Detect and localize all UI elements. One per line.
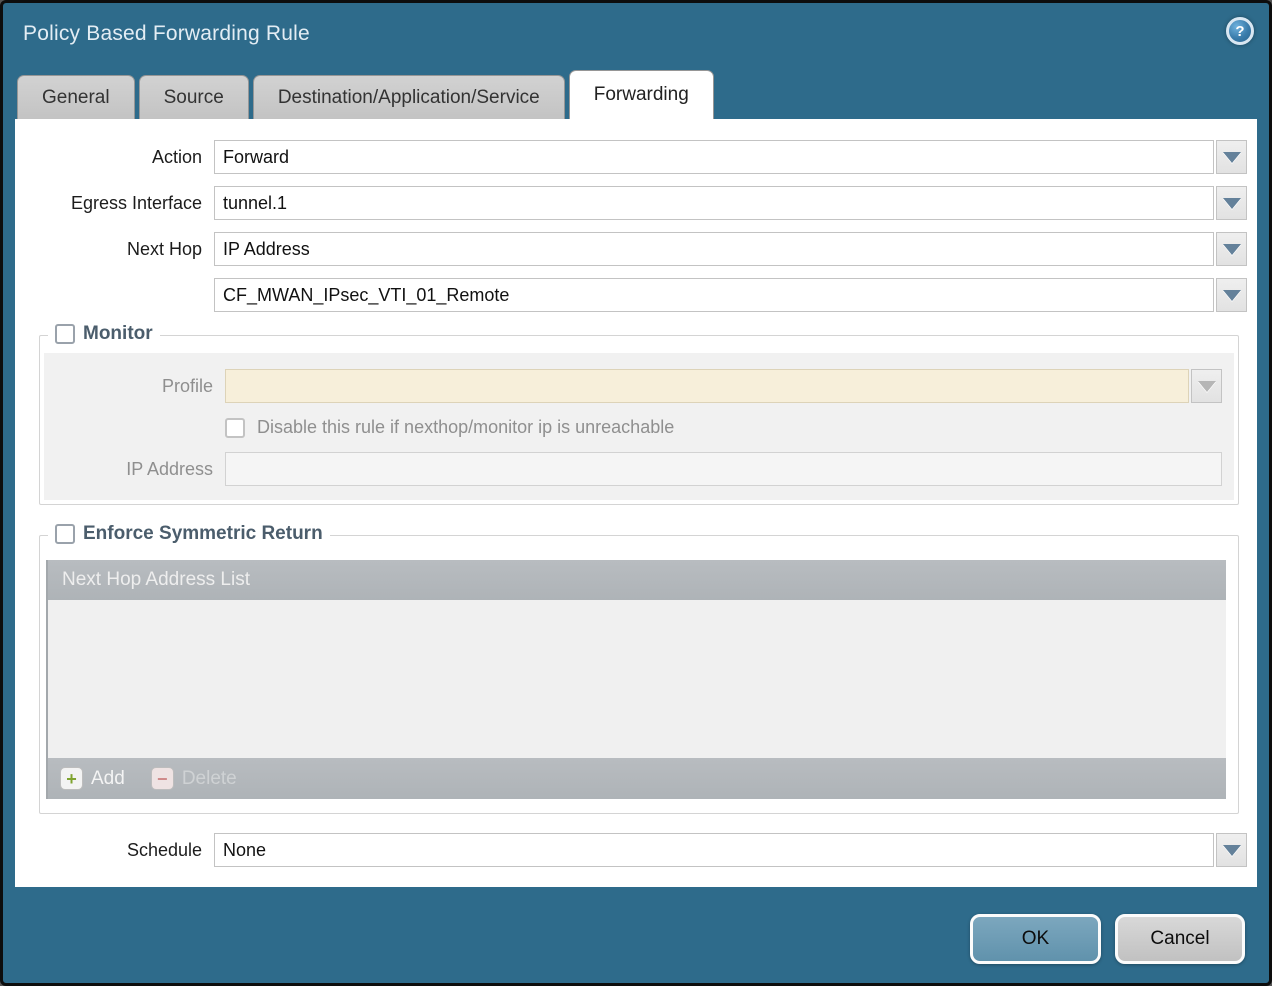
monitor-disabled-area: Profile Disable this rule if nexthop/mon… xyxy=(44,353,1234,500)
monitor-fieldset: Monitor Profile Disable xyxy=(39,335,1239,505)
cancel-button[interactable]: Cancel xyxy=(1115,914,1245,964)
disable-rule-label: Disable this rule if nexthop/monitor ip … xyxy=(257,417,674,438)
action-value: Forward xyxy=(223,147,289,168)
help-icon[interactable]: ? xyxy=(1226,17,1254,45)
chevron-down-icon xyxy=(1223,152,1241,163)
add-button[interactable]: + Add xyxy=(60,767,125,790)
dialog-title: Policy Based Forwarding Rule xyxy=(23,22,310,46)
next-hop-type-value: IP Address xyxy=(223,239,310,260)
cancel-button-label: Cancel xyxy=(1150,928,1209,950)
table-footer: + Add − Delete xyxy=(48,758,1226,799)
enforce-symmetric-return-fieldset: Enforce Symmetric Return Next Hop Addres… xyxy=(39,535,1239,814)
help-glyph: ? xyxy=(1235,23,1244,40)
disable-rule-row: Disable this rule if nexthop/monitor ip … xyxy=(225,417,1222,438)
schedule-dropdown-button[interactable] xyxy=(1216,833,1247,867)
profile-label: Profile xyxy=(44,376,225,397)
egress-interface-input[interactable]: tunnel.1 xyxy=(214,186,1214,220)
tab-strip: General Source Destination/Application/S… xyxy=(17,70,714,119)
monitor-ip-address-row: IP Address xyxy=(44,452,1222,486)
ok-button-label: OK xyxy=(1022,928,1049,950)
chevron-down-icon xyxy=(1223,198,1241,209)
schedule-value: None xyxy=(223,840,266,861)
next-hop-row: Next Hop IP Address xyxy=(15,232,1247,266)
egress-interface-label: Egress Interface xyxy=(15,193,214,214)
action-input[interactable]: Forward xyxy=(214,140,1214,174)
egress-interface-row: Egress Interface tunnel.1 xyxy=(15,186,1247,220)
next-hop-type-input[interactable]: IP Address xyxy=(214,232,1214,266)
profile-row: Profile xyxy=(44,369,1222,403)
action-label: Action xyxy=(15,147,214,168)
ok-button[interactable]: OK xyxy=(970,914,1101,964)
schedule-label: Schedule xyxy=(15,840,214,861)
enforce-symmetric-return-label: Enforce Symmetric Return xyxy=(83,523,323,545)
tab-forwarding[interactable]: Forwarding xyxy=(569,70,714,119)
egress-interface-value: tunnel.1 xyxy=(223,193,287,214)
tab-destination-application-service[interactable]: Destination/Application/Service xyxy=(253,75,565,119)
next-hop-address-input[interactable]: CF_MWAN_IPsec_VTI_01_Remote xyxy=(214,278,1214,312)
tab-source[interactable]: Source xyxy=(139,75,249,119)
enforce-symmetric-return-legend: Enforce Symmetric Return xyxy=(48,523,330,545)
schedule-row: Schedule None xyxy=(15,833,1247,867)
tab-general[interactable]: General xyxy=(17,75,135,119)
chevron-down-icon xyxy=(1223,845,1241,856)
next-hop-address-list-table: Next Hop Address List + Add − Delete xyxy=(46,560,1226,799)
monitor-checkbox[interactable] xyxy=(55,324,75,344)
add-button-label: Add xyxy=(91,768,125,790)
chevron-down-icon xyxy=(1223,290,1241,301)
next-hop-address-row: CF_MWAN_IPsec_VTI_01_Remote xyxy=(15,278,1247,312)
monitor-ip-address-input xyxy=(225,452,1222,486)
policy-based-forwarding-dialog: Policy Based Forwarding Rule ? General S… xyxy=(0,0,1272,986)
minus-icon: − xyxy=(151,767,174,790)
tab-label: Destination/Application/Service xyxy=(278,87,540,109)
tab-label: Source xyxy=(164,87,224,109)
next-hop-type-dropdown-button[interactable] xyxy=(1216,232,1247,266)
monitor-ip-address-label: IP Address xyxy=(44,459,225,480)
table-body-empty xyxy=(48,600,1226,758)
tab-label: Forwarding xyxy=(594,84,689,106)
table-header-label: Next Hop Address List xyxy=(62,569,250,591)
next-hop-address-dropdown-button[interactable] xyxy=(1216,278,1247,312)
action-dropdown-button[interactable] xyxy=(1216,140,1247,174)
schedule-input[interactable]: None xyxy=(214,833,1214,867)
table-header: Next Hop Address List xyxy=(48,560,1226,600)
monitor-legend-label: Monitor xyxy=(83,323,153,345)
delete-button-label: Delete xyxy=(182,768,237,790)
plus-icon: + xyxy=(60,767,83,790)
profile-input xyxy=(225,369,1189,403)
egress-interface-dropdown-button[interactable] xyxy=(1216,186,1247,220)
forwarding-tab-panel: Action Forward Egress Interface tunnel.1 xyxy=(15,119,1257,887)
title-bar: Policy Based Forwarding Rule ? xyxy=(3,3,1269,69)
monitor-legend: Monitor xyxy=(48,323,160,345)
enforce-symmetric-return-checkbox[interactable] xyxy=(55,524,75,544)
profile-dropdown-button xyxy=(1191,369,1222,403)
chevron-down-icon xyxy=(1223,244,1241,255)
action-row: Action Forward xyxy=(15,140,1247,174)
tab-label: General xyxy=(42,87,110,109)
next-hop-address-value: CF_MWAN_IPsec_VTI_01_Remote xyxy=(223,285,509,306)
disable-rule-checkbox xyxy=(225,418,245,438)
next-hop-label: Next Hop xyxy=(15,239,214,260)
delete-button: − Delete xyxy=(151,767,237,790)
chevron-down-icon xyxy=(1198,381,1216,392)
